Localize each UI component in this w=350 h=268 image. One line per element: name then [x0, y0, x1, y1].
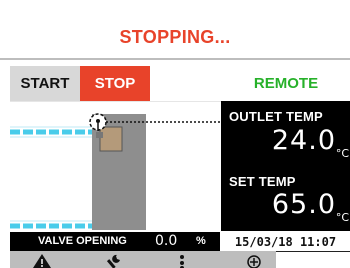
set-temp-label: SET TEMP	[229, 174, 296, 189]
valve-opening-label: VALVE OPENING	[38, 235, 127, 247]
valve-opening-bar: VALVE OPENING 0.0 %	[10, 232, 220, 251]
more-vertical-icon[interactable]	[170, 252, 194, 268]
valve-opening-value: 0.0	[155, 233, 178, 249]
warning-icon[interactable]	[30, 252, 54, 268]
stop-button[interactable]: STOP	[80, 66, 150, 101]
process-diagram	[10, 102, 220, 230]
valve-opening-unit: %	[196, 235, 206, 247]
sensor-probe	[96, 119, 100, 123]
remote-indicator: REMOTE	[253, 75, 319, 92]
set-temp-unit: °C	[335, 211, 349, 224]
valve-body	[99, 126, 123, 152]
plus-circle-icon[interactable]	[242, 252, 266, 268]
readout-panel: OUTLET TEMP 24.0 °C SET TEMP 65.0 °C	[221, 101, 350, 231]
set-temp-value[interactable]: 65.0	[272, 189, 336, 220]
status-title: STOPPING...	[119, 27, 231, 47]
bottom-nav-bar	[10, 251, 276, 268]
date-time-display: 15/03/18 11:07	[221, 232, 350, 252]
outlet-temp-label: OUTLET TEMP	[229, 109, 323, 124]
outlet-temp-unit: °C	[335, 147, 349, 160]
header-bar: STOPPING...	[0, 0, 350, 60]
wrench-icon[interactable]	[102, 252, 126, 268]
start-button[interactable]: START	[10, 66, 80, 101]
outlet-temp-value: 24.0	[271, 125, 336, 156]
valve-connector	[96, 132, 103, 138]
hmi-screen: STOPPING... START STOP REMOTE OUTLET TEM…	[0, 0, 350, 268]
